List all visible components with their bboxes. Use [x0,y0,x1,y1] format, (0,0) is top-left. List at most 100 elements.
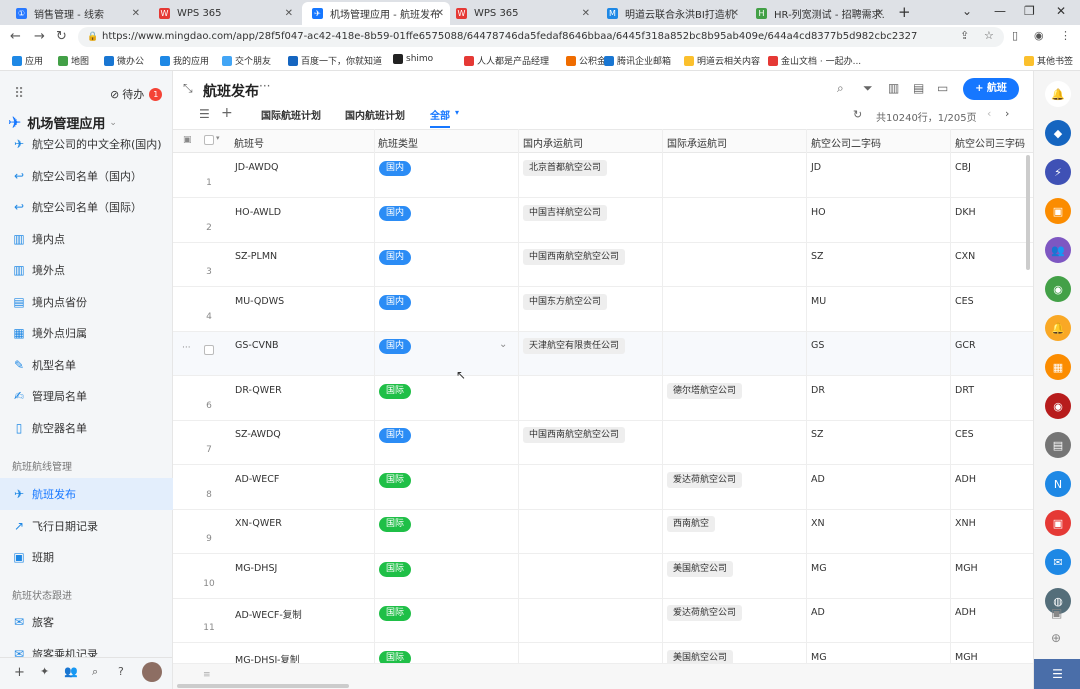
chevron-down-icon[interactable]: ⌄ [499,339,507,350]
browser-tab[interactable]: ✈ 机场管理应用 - 航班发布 ✕ [302,2,450,25]
photo-icon[interactable]: ◉ [1045,276,1071,302]
chat-icon[interactable]: ✉ [1045,549,1071,575]
table-row[interactable]: 3 SZ-PLMN 国内 中国西南航空航空公司 SZ CXN [173,243,1033,287]
col-flight-type[interactable]: 航班类型 [378,135,418,150]
bookmark-item[interactable]: shimo [393,54,433,64]
table-row[interactable]: 7 SZ-AWDQ 国内 中国西南航空航空公司 SZ CES [173,421,1033,465]
contact-icon[interactable]: ▣ [1051,606,1062,620]
search-icon[interactable]: ⌕ [92,665,98,679]
forward-icon[interactable]: → [34,29,45,44]
users-icon[interactable]: 👥 [64,665,78,678]
close-window-icon[interactable]: ✕ [1056,4,1066,18]
bookmark-item[interactable]: 微办公 [104,54,144,67]
table-row[interactable]: 1 JD-AWDQ 国内 北京首都航空公司 JD CBJ [173,154,1033,198]
more-icon[interactable]: ··· [259,79,270,93]
sidebar-item[interactable]: ✉ 旅客 [0,606,173,638]
filter-icon[interactable]: ⏷ [863,81,873,96]
news-icon[interactable]: N [1045,471,1071,497]
sidebar-item[interactable]: ▯ 航空器名单 [0,412,173,444]
sidebar-item[interactable]: ↩ 航空公司名单（国内） [0,160,173,192]
magic-icon[interactable]: ✦ [40,665,49,678]
row-checkbox[interactable] [204,345,214,355]
group-icon[interactable]: 👥 [1045,237,1071,263]
add-circle-icon[interactable]: ⊕ [1051,631,1061,645]
sidebar-item[interactable]: ▦ 境外点归属 [0,317,173,349]
prev-page-icon[interactable]: ‹ [987,107,991,120]
sidebar-item[interactable]: ▥ 境外点 [0,254,173,286]
bookmark-item[interactable]: 我的应用 [160,54,209,67]
browser-tab[interactable]: W WPS 365 ✕ [149,2,299,25]
table-row[interactable]: ··· GS-CVNB 国内 ⌄ 天津航空有限责任公司 GS GCR [173,332,1033,376]
bell-icon[interactable]: 🔔 [1045,81,1071,107]
view-list-icon[interactable]: ☰ [199,107,210,121]
close-tab-icon[interactable]: ✕ [132,8,140,19]
bookmark-item[interactable]: 应用 [12,54,43,67]
collapse-rail-icon[interactable]: ☰ [1034,659,1080,689]
col-intl-carrier[interactable]: 国际承运航司 [667,135,727,150]
maximize-icon[interactable]: ❐ [1024,4,1035,18]
browser-tab[interactable]: W WPS 365 ✕ [446,2,596,25]
horizontal-scrollbar[interactable] [177,684,349,688]
discussion-icon[interactable]: ▤ [913,81,924,95]
bookmark-item[interactable]: 明道云相关内容 [684,54,760,67]
col-domestic-carrier[interactable]: 国内承运航司 [523,135,583,150]
caret-down-icon[interactable]: ▾ [455,108,459,117]
table-row[interactable]: 4 MU-QDWS 国内 中国东方航空公司 MU CES [173,288,1033,332]
avatar[interactable] [142,662,162,682]
photo-icon[interactable]: ◉ [1045,393,1071,419]
table-row[interactable]: 2 HO-AWLD 国内 中国吉祥航空公司 HO DKH [173,199,1033,243]
col-code2[interactable]: 航空公司二字码 [811,135,881,150]
table-row[interactable]: 8 AD-WECF 国际 爱达荷航空公司 AD ADH [173,466,1033,510]
back-icon[interactable]: ← [10,29,21,44]
minimize-icon[interactable]: — [994,4,1006,18]
table-row[interactable]: 10 MG-DHSJ 国际 美国航空公司 MG MGH [173,555,1033,599]
tab-international[interactable]: 国际航班计划 [261,107,321,122]
summary-icon[interactable]: ≡ [203,670,211,680]
tab-search-icon[interactable]: ⌄ [962,4,972,18]
select-all-checkbox[interactable] [204,135,214,145]
refresh-icon[interactable]: ↻ [853,108,862,121]
vertical-scrollbar[interactable] [1026,155,1030,270]
reload-icon[interactable]: ↻ [56,29,67,44]
close-tab-icon[interactable]: ✕ [436,8,444,19]
col-code3[interactable]: 航空公司三字码 [955,135,1025,150]
table-row[interactable]: 6 DR-QWER 国际 德尔塔航空公司 DR DRT [173,377,1033,421]
browser-tab[interactable]: ① 销售管理 - 线索 ✕ [6,2,146,25]
bookmark-item[interactable]: 其他书签 [1024,54,1073,67]
close-tab-icon[interactable]: ✕ [582,8,590,19]
star-icon[interactable]: ☆ [984,29,994,42]
tab-all[interactable]: 全部 [430,107,450,128]
sidebar-item[interactable]: ✈ 航空公司的中文全称(国内) [0,128,173,160]
sidebar-item[interactable]: ▣ 班期 [0,541,173,573]
add-icon[interactable]: + [14,665,25,680]
more-icon[interactable]: ··· [182,343,191,353]
bookmark-item[interactable]: 地图 [58,54,89,67]
notify-icon[interactable]: 🔔 [1045,315,1071,341]
caret-down-icon[interactable]: ▾ [216,134,220,142]
collapse-icon[interactable]: ⤡ [183,81,193,96]
help-icon[interactable]: ? [118,665,124,678]
close-tab-icon[interactable]: ✕ [876,8,884,19]
add-flight-button[interactable]: + 航班 [963,78,1019,100]
apps-grid-icon[interactable]: ⠿ [14,86,24,102]
inbox-icon[interactable]: ▭ [937,81,948,95]
sidebar-item[interactable]: ▤ 境内点省份 [0,286,173,318]
menu-icon[interactable]: ⋮ [1060,29,1071,42]
table-row[interactable]: 11 AD-WECF-复制 国际 爱达荷航空公司 AD ADH [173,599,1033,643]
url-field[interactable]: 🔒 https://www.mingdao.com/app/28f5f047-a… [78,27,1004,47]
next-page-icon[interactable]: › [1005,107,1009,120]
bookmark-item[interactable]: 百度一下，你就知道 [288,54,382,67]
sidebar-item[interactable]: ▥ 境内点 [0,223,173,255]
briefcase-icon[interactable]: ▤ [1045,432,1071,458]
sidebar-item[interactable]: ↗ 飞行日期记录 [0,510,173,542]
col-flight-no[interactable]: 航班号 [234,135,264,150]
share-icon[interactable]: ⇪ [960,29,969,42]
bookmark-item[interactable]: 人人都是产品经理 [464,54,549,67]
new-tab-icon[interactable]: + [898,3,911,21]
sidebar-item[interactable]: ✍ 管理局名单 [0,380,173,412]
search-icon[interactable]: ⌕ [837,81,844,96]
sidebar-item[interactable]: ✎ 机型名单 [0,349,173,381]
sidebar-item[interactable]: ✈ 航班发布 [0,478,173,510]
bookmark-item[interactable]: 公积金 [566,54,606,67]
todo-button[interactable]: ⊘ 待办 1 [110,86,163,102]
